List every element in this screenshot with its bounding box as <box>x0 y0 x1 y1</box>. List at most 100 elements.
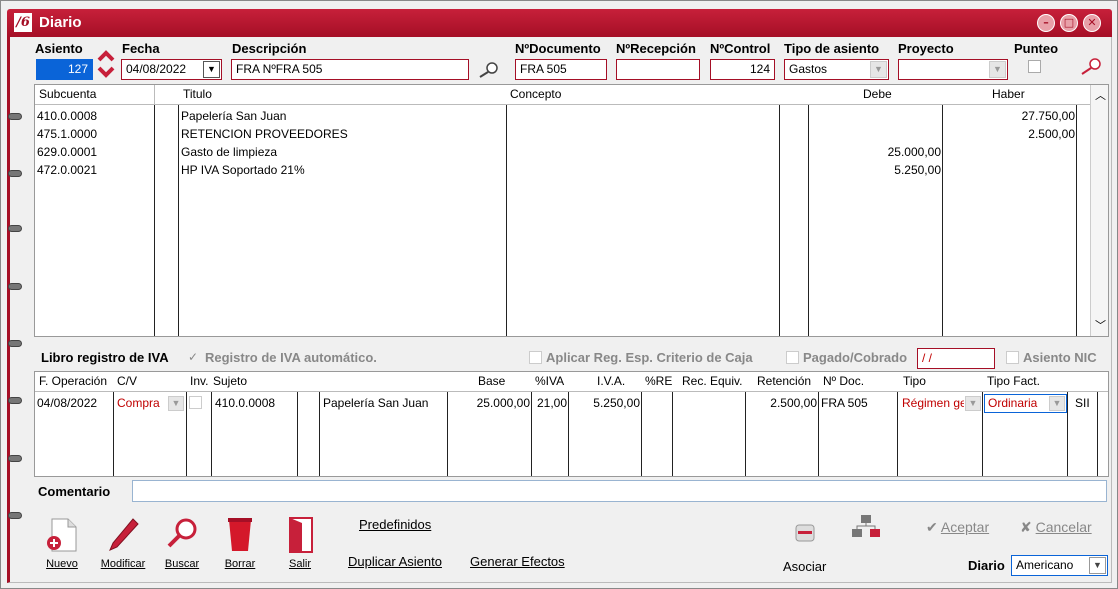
column-header-inv[interactable]: Inv. <box>188 372 210 390</box>
cell-subcuenta[interactable]: 629.0.0001 <box>37 143 97 161</box>
column-header-blank[interactable] <box>321 372 325 390</box>
cell-sujeto-code[interactable]: 410.0.0008 <box>215 394 275 412</box>
column-header-haber[interactable]: Haber <box>990 85 1027 103</box>
descripcion-input[interactable]: FRA NºFRA 505 <box>231 59 469 80</box>
column-header-rec-equiv[interactable]: Rec. Equiv. <box>680 372 744 390</box>
entries-grid[interactable]: Subcuenta Titulo Concepto Debe Haber 410… <box>34 84 1109 337</box>
generar-efectos-button[interactable]: Generar Efectos <box>470 554 565 569</box>
column-header-tipo[interactable]: Tipo <box>901 372 928 390</box>
scroll-up-icon[interactable]: ︿ <box>1095 87 1106 103</box>
column-header-sujeto[interactable]: Sujeto <box>211 372 249 390</box>
tipo-fact-select[interactable]: Ordinaria ▼ <box>984 394 1067 413</box>
column-header-cv[interactable]: C/V <box>115 372 139 390</box>
column-header-f-operacion[interactable]: F. Operación <box>37 372 109 390</box>
asiento-nic-checkbox[interactable] <box>1006 351 1019 364</box>
minimize-icon[interactable]: – <box>1037 14 1055 32</box>
asociar-button[interactable]: Asociar <box>783 559 826 574</box>
aceptar-button[interactable]: ✔ Aceptar <box>926 519 989 536</box>
asociar-icon[interactable] <box>793 521 817 545</box>
cell-tipo[interactable]: Régimen ge <box>902 394 964 412</box>
cell-haber[interactable]: 27.750,00 <box>943 107 1075 125</box>
chevron-down-icon[interactable]: ▼ <box>965 396 981 411</box>
cell-sujeto-name[interactable]: Papelería San Juan <box>323 394 428 412</box>
cell-subcuenta[interactable]: 472.0.0021 <box>37 161 97 179</box>
diario-label: Diario <box>968 558 1005 573</box>
cell-titulo[interactable]: HP IVA Soportado 21% <box>181 161 305 179</box>
fecha-input[interactable]: 04/08/2022 ▼ <box>121 59 222 80</box>
column-header-re[interactable]: %RE <box>643 372 674 390</box>
cell-cv[interactable]: Compra <box>117 394 160 412</box>
cell-ndoc[interactable]: FRA 505 <box>821 394 868 412</box>
close-icon[interactable]: ✕ <box>1083 14 1101 32</box>
cell-re[interactable] <box>642 394 671 412</box>
ncontrol-input[interactable]: 124 <box>710 59 775 80</box>
diario-select[interactable]: Americano ▼ <box>1011 555 1108 576</box>
pagado-date-input[interactable]: / / <box>917 348 995 369</box>
maximize-icon[interactable]: □ <box>1060 14 1078 32</box>
title-bar[interactable]: /6 Diario – □ ✕ <box>7 9 1112 37</box>
column-header-retencion[interactable]: Retención <box>755 372 813 390</box>
column-header-debe[interactable]: Debe <box>861 85 894 103</box>
tipo-asiento-select[interactable]: Gastos ▼ <box>784 59 889 80</box>
cell-haber[interactable]: 2.500,00 <box>943 125 1075 143</box>
cell-subcuenta[interactable]: 475.1.0000 <box>37 125 97 143</box>
column-header-subcuenta[interactable]: Subcuenta <box>37 85 98 103</box>
network-diagram-icon[interactable] <box>850 513 882 539</box>
cell-iva-pct[interactable]: 21,00 <box>532 394 567 412</box>
cell-retencion[interactable]: 2.500,00 <box>746 394 817 412</box>
column-header-iva[interactable]: I.V.A. <box>595 372 627 390</box>
cell-subcuenta[interactable]: 410.0.0008 <box>37 107 97 125</box>
salir-button[interactable]: Salir <box>278 515 322 570</box>
predefinidos-button[interactable]: Predefinidos <box>359 517 431 532</box>
nrecepcion-input[interactable] <box>616 59 700 80</box>
cell-sii[interactable]: SII <box>1075 394 1090 412</box>
column-header-titulo[interactable]: Titulo <box>181 85 214 103</box>
duplicar-asiento-button[interactable]: Duplicar Asiento <box>348 554 442 569</box>
cell-base[interactable]: 25.000,00 <box>448 394 530 412</box>
search-icon[interactable] <box>1078 57 1104 77</box>
column-divider <box>178 105 179 336</box>
chevron-down-icon[interactable]: ▼ <box>989 61 1006 78</box>
nuevo-button[interactable]: Nuevo <box>40 515 84 570</box>
pagado-cobrado-checkbox[interactable] <box>786 351 799 364</box>
iva-grid[interactable]: F. Operación C/V Inv. Sujeto Base %IVA I… <box>34 371 1109 477</box>
column-header-tipo-fact[interactable]: Tipo Fact. <box>985 372 1042 390</box>
borrar-button[interactable]: Borrar <box>218 515 262 570</box>
cell-titulo[interactable]: Gasto de limpieza <box>181 143 277 161</box>
cancelar-button[interactable]: ✘ Cancelar <box>1020 519 1092 536</box>
asiento-input[interactable]: 127 <box>36 59 93 80</box>
criterio-caja-checkbox[interactable] <box>529 351 542 364</box>
column-header-ndoc[interactable]: Nº Doc. <box>821 372 866 390</box>
comentario-input[interactable] <box>132 480 1107 502</box>
asiento-stepper-icon[interactable] <box>96 49 116 79</box>
check-icon[interactable]: ✓ <box>188 350 198 364</box>
cell-debe[interactable]: 5.250,00 <box>809 161 941 179</box>
cell-iva[interactable]: 5.250,00 <box>569 394 640 412</box>
chevron-down-icon[interactable]: ▼ <box>1089 557 1106 574</box>
column-header-iva-pct[interactable]: %IVA <box>533 372 566 390</box>
nuevo-label: Nuevo <box>46 558 78 570</box>
cell-f-operacion[interactable]: 04/08/2022 <box>37 394 97 412</box>
ndocumento-input[interactable]: FRA 505 <box>515 59 607 80</box>
modificar-button[interactable]: Modificar <box>96 515 150 570</box>
search-icon <box>167 518 197 548</box>
calendar-dropdown-icon[interactable]: ▼ <box>203 61 220 78</box>
chevron-down-icon[interactable]: ▼ <box>168 396 184 411</box>
search-icon[interactable] <box>477 59 501 79</box>
chevron-down-icon[interactable]: ▼ <box>1049 396 1065 411</box>
scroll-down-icon[interactable]: ﹀ <box>1095 317 1106 333</box>
inv-checkbox[interactable] <box>189 396 202 409</box>
cell-rec-equiv[interactable] <box>673 394 744 412</box>
column-divider <box>1097 392 1098 476</box>
punteo-checkbox[interactable] <box>1028 60 1041 73</box>
column-header-concepto[interactable]: Concepto <box>508 85 563 103</box>
proyecto-select[interactable]: ▼ <box>898 59 1008 80</box>
entries-scrollbar[interactable]: ︿ ﹀ <box>1090 85 1108 336</box>
cell-titulo[interactable]: Papelería San Juan <box>181 107 286 125</box>
buscar-button[interactable]: Buscar <box>160 515 204 570</box>
cell-debe[interactable]: 25.000,00 <box>809 143 941 161</box>
cell-titulo[interactable]: RETENCION PROVEEDORES <box>181 125 348 143</box>
diario-window: /6 Diario – □ ✕ Asiento Fecha Descripció… <box>0 0 1118 589</box>
column-header-base[interactable]: Base <box>476 372 507 390</box>
chevron-down-icon[interactable]: ▼ <box>870 61 887 78</box>
